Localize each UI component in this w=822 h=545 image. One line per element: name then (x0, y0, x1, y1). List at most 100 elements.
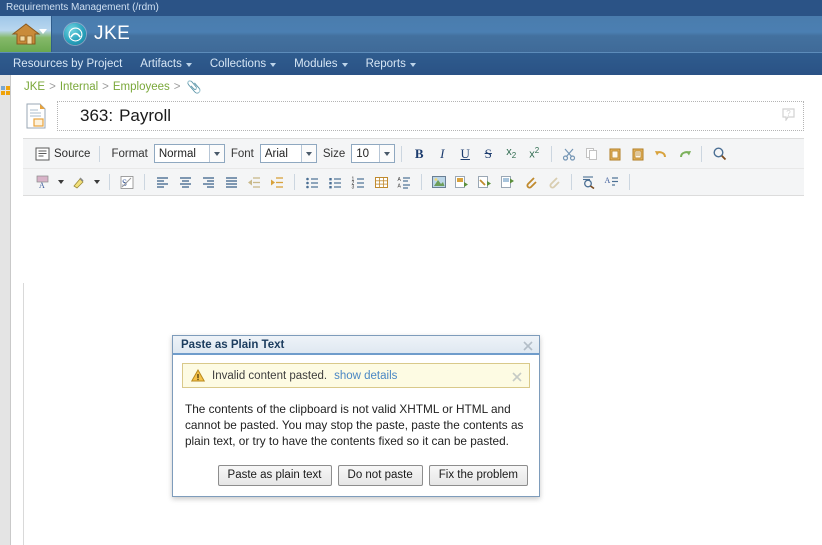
bulleted-list-icon[interactable] (301, 172, 323, 193)
do-not-paste-button[interactable]: Do not paste (337, 465, 423, 486)
insert-image-icon[interactable] (428, 172, 450, 193)
undo-icon[interactable] (650, 143, 672, 164)
paste-as-plain-text-dialog: Paste as Plain Text Invalid content past… (172, 335, 540, 497)
size-dropdown[interactable]: 10 (351, 144, 396, 163)
artifact-title-text: Payroll (119, 106, 172, 125)
nav-label: Modules (294, 58, 338, 70)
breadcrumb-separator: > (102, 81, 109, 93)
text-color-icon[interactable]: A (32, 172, 54, 193)
svg-text:A: A (605, 176, 611, 185)
breadcrumb-item-jke[interactable]: JKE (24, 81, 45, 93)
underline-icon[interactable]: U (454, 143, 476, 164)
align-right-icon[interactable] (197, 172, 219, 193)
insert-embedded-icon[interactable] (497, 172, 519, 193)
toolbar-divider (99, 145, 101, 162)
bulleted-list-alt-icon[interactable] (324, 172, 346, 193)
copy-icon[interactable] (581, 143, 603, 164)
breadcrumb: JKE > Internal > Employees > 📎 (11, 75, 822, 95)
notice-message: Invalid content pasted. (212, 369, 328, 382)
text-color-chevron-down-icon[interactable] (55, 172, 67, 193)
table-icon[interactable] (370, 172, 392, 193)
remove-format-icon[interactable]: S (116, 172, 138, 193)
artifact-title-row: 363: Payroll ? (11, 95, 822, 131)
numbered-list-icon[interactable]: 123 (347, 172, 369, 193)
font-dropdown[interactable]: Arial (259, 144, 317, 163)
bold-icon[interactable]: B (408, 143, 430, 164)
align-center-icon[interactable] (174, 172, 196, 193)
svg-text:?: ? (786, 109, 791, 118)
strikethrough-icon[interactable]: S (477, 143, 499, 164)
unlink-icon[interactable] (543, 172, 565, 193)
attach-file-icon[interactable] (520, 172, 542, 193)
redo-icon[interactable] (673, 143, 695, 164)
fix-the-problem-button[interactable]: Fix the problem (428, 465, 528, 486)
notice-dismiss-icon[interactable] (511, 370, 523, 382)
window-title-bar: Requirements Management (/rdm) (0, 0, 822, 16)
nav-item-reports[interactable]: Reports (357, 53, 425, 75)
indent-icon[interactable] (266, 172, 288, 193)
size-label: Size (322, 147, 346, 160)
align-left-icon[interactable] (151, 172, 173, 193)
chevron-down-icon (341, 63, 348, 67)
spell-check-icon[interactable]: A (601, 172, 623, 193)
source-button[interactable]: Source (32, 147, 93, 161)
breadcrumb-item-employees[interactable]: Employees (113, 81, 170, 93)
toolbar-divider (551, 145, 553, 162)
home-icon (11, 23, 40, 45)
nav-label: Collections (209, 58, 267, 70)
svg-text:A: A (397, 177, 401, 183)
home-button[interactable] (0, 16, 52, 52)
format-dropdown[interactable]: Normal (153, 144, 225, 163)
svg-text:3: 3 (351, 184, 354, 189)
background-color-icon[interactable] (68, 172, 90, 193)
nav-item-modules[interactable]: Modules (285, 53, 356, 75)
paste-icon[interactable] (604, 143, 626, 164)
help-question-icon[interactable]: ? (782, 108, 795, 122)
insert-link-icon[interactable] (474, 172, 496, 193)
dialog-close-icon[interactable] (522, 339, 534, 351)
nav-item-collections[interactable]: Collections (201, 53, 285, 75)
paste-as-text-icon[interactable] (627, 143, 649, 164)
source-label: Source (54, 147, 91, 160)
background-color-chevron-down-icon[interactable] (91, 172, 103, 193)
format-label: Format (111, 147, 148, 160)
format-value: Normal (158, 147, 196, 160)
breadcrumb-item-internal[interactable]: Internal (60, 81, 98, 93)
outdent-icon[interactable] (243, 172, 265, 193)
show-details-link[interactable]: show details (334, 370, 397, 382)
grid-view-icon[interactable] (1, 86, 10, 95)
window-title: Requirements Management (/rdm) (6, 2, 159, 13)
chevron-down-icon (270, 63, 277, 67)
toolbar-row-1: Source Format Normal Font Arial Size 10 … (23, 139, 804, 168)
paperclip-icon[interactable]: 📎 (187, 80, 202, 94)
svg-text:A: A (397, 183, 401, 189)
find-icon[interactable] (708, 143, 730, 164)
chevron-down-icon (379, 145, 395, 162)
brand-name: JKE (94, 23, 131, 44)
font-label: Font (230, 147, 254, 160)
nav-label: Reports (365, 58, 406, 70)
toolbar-divider (109, 174, 110, 190)
invalid-content-notice: Invalid content pasted. show details (182, 363, 530, 388)
size-value: 10 (356, 147, 370, 160)
cut-icon[interactable] (558, 143, 580, 164)
chevron-down-icon (409, 63, 416, 67)
align-justify-icon[interactable] (220, 172, 242, 193)
nav-item-resources-by-project[interactable]: Resources by Project (4, 53, 131, 75)
nav-item-artifacts[interactable]: Artifacts (131, 53, 201, 75)
artifact-id: 363: (80, 106, 114, 125)
jke-logo-icon (64, 23, 86, 45)
subscript-icon[interactable]: x2 (500, 143, 522, 164)
italic-icon[interactable]: I (431, 143, 453, 164)
find-replace-icon[interactable] (578, 172, 600, 193)
toolbar-row-2: A S 1 2 3 A A A (23, 168, 804, 195)
insert-artifact-icon[interactable] (451, 172, 473, 193)
main-navigation: Resources by Project Artifacts Collectio… (0, 52, 822, 75)
superscript-icon[interactable]: x2 (523, 143, 545, 164)
definition-list-icon[interactable]: A A (393, 172, 415, 193)
source-code-icon (35, 147, 50, 160)
paste-as-plain-text-button[interactable]: Paste as plain text (217, 465, 332, 486)
artifact-title-input[interactable]: 363: Payroll ? (57, 101, 804, 131)
dialog-message: The contents of the clipboard is not val… (185, 402, 524, 448)
dialog-title-bar: Paste as Plain Text (173, 336, 539, 355)
